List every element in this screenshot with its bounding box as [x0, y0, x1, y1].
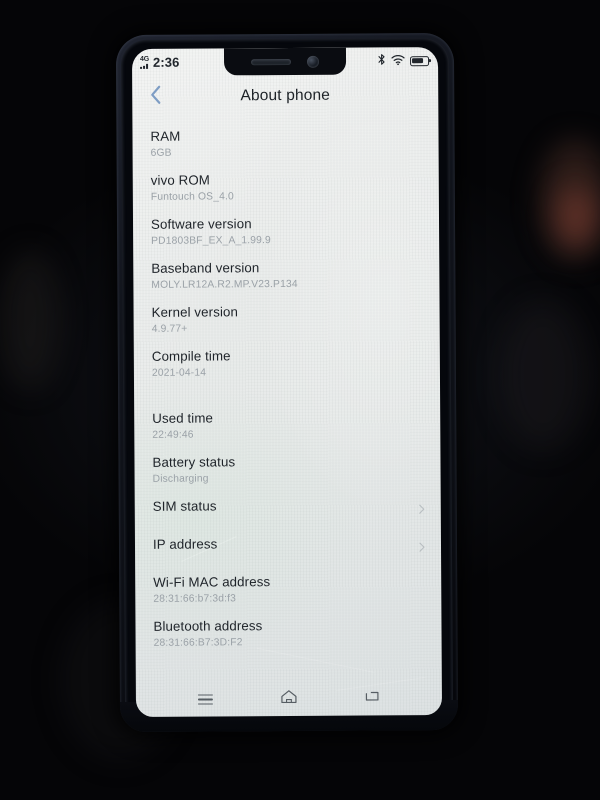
- back-button[interactable]: [142, 84, 168, 110]
- list-item-label: RAM: [150, 128, 181, 144]
- bluetooth-icon: [378, 52, 386, 70]
- battery-icon: [410, 55, 430, 66]
- phone-screen: 4G 2:36 About phone RAM 6GB vivo ROM Fun…: [131, 47, 443, 717]
- about-phone-list: RAM 6GB vivo ROM Funtouch OS_4.0 Software ve…: [132, 116, 441, 656]
- list-item-value: Discharging: [152, 473, 209, 485]
- network-type-label: 4G: [140, 55, 149, 63]
- display-notch: [223, 47, 347, 76]
- home-button[interactable]: [274, 689, 304, 709]
- list-item-label: IP address: [152, 536, 218, 552]
- list-item-value: 28:31:66:B7:3D:F2: [153, 637, 243, 649]
- list-item-label: SIM status: [152, 498, 217, 514]
- list-item-label: Baseband version: [151, 260, 260, 276]
- list-item: Used time 22:49:46: [134, 402, 440, 448]
- list-item: Battery status Discharging: [134, 446, 440, 492]
- background-light-blob: [0, 250, 60, 390]
- home-icon: [280, 688, 298, 709]
- status-bar-clock: 2:36: [152, 54, 180, 70]
- battery-fill: [412, 57, 423, 64]
- list-item-value: 28:31:66:b7:3d:f3: [153, 593, 237, 605]
- phone-device: 4G 2:36 About phone RAM 6GB vivo ROM Fun…: [115, 32, 459, 733]
- list-item: Wi-Fi MAC address 28:31:66:b7:3d:f3: [135, 566, 441, 612]
- list-item: Baseband version MOLY.LR12A.R2.MP.V23.P13…: [133, 252, 439, 298]
- photograph-of-phone: 4G 2:36 About phone RAM 6GB vivo ROM Fun…: [0, 0, 600, 800]
- back-square-icon: [364, 689, 381, 708]
- background-light-blob: [556, 186, 596, 246]
- list-item-label: Used time: [152, 410, 214, 426]
- page-title: About phone: [240, 86, 331, 105]
- list-item-label: Compile time: [151, 348, 231, 364]
- wifi-icon: [391, 52, 405, 70]
- list-item: Compile time 2021-04-14: [134, 340, 440, 386]
- front-camera-icon: [307, 55, 320, 68]
- list-item-value: Funtouch OS_4.0: [150, 191, 234, 203]
- navigation-bar: [136, 681, 442, 717]
- background-light-blob: [540, 140, 600, 260]
- list-item: vivo ROM Funtouch OS_4.0: [133, 164, 439, 210]
- chevron-right-icon: [419, 542, 425, 552]
- list-item-label: Software version: [150, 216, 252, 232]
- list-item-label: Bluetooth address: [153, 618, 263, 634]
- list-item: RAM 6GB: [132, 120, 438, 166]
- list-item-label: Wi-Fi MAC address: [153, 574, 271, 590]
- list-item-label: Kernel version: [151, 304, 239, 320]
- list-item-value: 22:49:46: [152, 429, 194, 441]
- list-item: Bluetooth address 28:31:66:B7:3D:F2: [135, 610, 441, 656]
- earpiece-speaker-icon: [251, 58, 292, 65]
- list-item-value: 6GB: [150, 147, 172, 159]
- chevron-left-icon: [149, 84, 162, 109]
- list-item: Software version PD1803BF_EX_A_1.99.9: [133, 208, 439, 254]
- back-nav-button[interactable]: [357, 688, 387, 708]
- list-item-value: MOLY.LR12A.R2.MP.V23.P134: [151, 278, 298, 291]
- app-bar: About phone: [132, 74, 438, 118]
- background-light-blob: [498, 300, 588, 450]
- signal-icon: 4G: [140, 56, 149, 69]
- list-item-value: 2021-04-14: [151, 367, 207, 379]
- list-item-value: PD1803BF_EX_A_1.99.9: [151, 235, 271, 247]
- chevron-right-icon: [419, 504, 425, 514]
- list-item-label: vivo ROM: [150, 172, 210, 188]
- recents-button[interactable]: [191, 689, 221, 709]
- signal-bars-icon: [140, 63, 149, 69]
- menu-recents-icon: [198, 694, 214, 705]
- list-item-value: 4.9.77+: [151, 323, 188, 335]
- list-item: Kernel version 4.9.77+: [133, 296, 439, 342]
- list-item[interactable]: IP address: [135, 528, 441, 568]
- status-bar-right: [378, 52, 430, 70]
- status-bar-left: 4G 2:36: [140, 55, 179, 70]
- list-item-label: Battery status: [152, 454, 236, 470]
- list-item[interactable]: SIM status: [135, 490, 441, 530]
